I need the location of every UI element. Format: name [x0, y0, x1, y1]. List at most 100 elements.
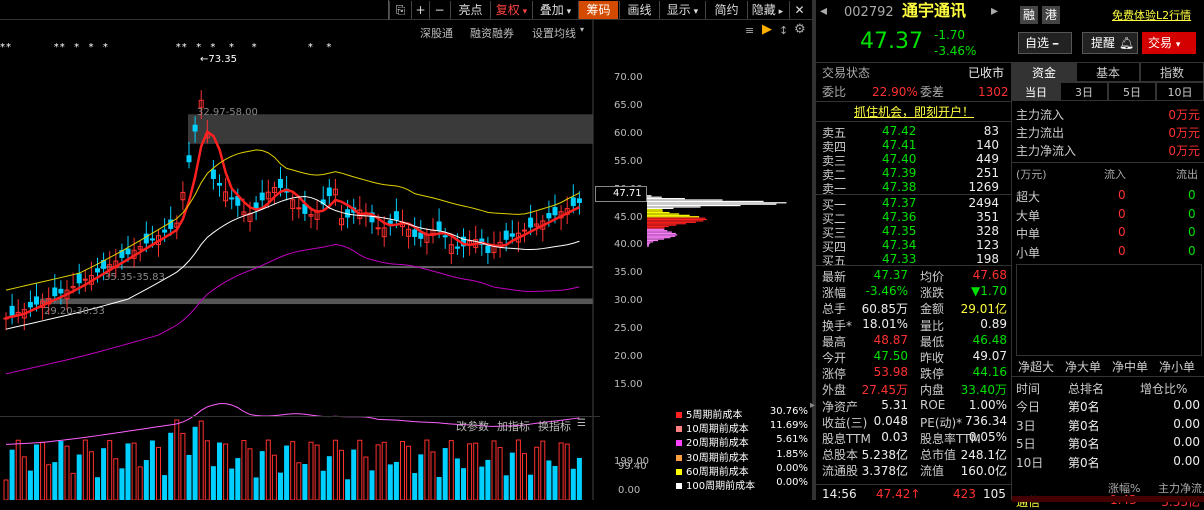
candle-body — [552, 207, 558, 216]
main-flow-value: 0万元 — [1168, 106, 1200, 123]
close-icon[interactable]: ✕ — [789, 1, 809, 19]
flow-head: 流入 — [1104, 168, 1126, 181]
volume-bar — [156, 446, 161, 500]
stat-label: 换手* — [822, 318, 853, 333]
simple-button[interactable]: 简约 — [705, 1, 747, 19]
candle-body — [418, 232, 424, 239]
chevron-down-icon: ▾ — [1175, 40, 1181, 50]
chip-bar — [647, 241, 654, 243]
volume-bar — [46, 464, 52, 500]
net-label: 净中单 — [1112, 360, 1149, 374]
candle-body — [326, 187, 332, 197]
watchlist-label: 自选 — [1025, 36, 1050, 50]
volume-bar — [9, 449, 15, 500]
resistance-zone — [188, 114, 593, 144]
weibi-value: 22.90% — [872, 85, 918, 99]
candle-body — [95, 268, 100, 273]
stat-label: 流通股 — [822, 464, 859, 479]
rank-value: 第0名 — [1068, 400, 1100, 414]
overlay-button[interactable]: 叠加 ▾ — [532, 1, 578, 19]
copy-icon[interactable]: ⎘ — [389, 1, 411, 19]
volume-bar — [570, 468, 576, 500]
flow-in: 0 — [1118, 243, 1126, 258]
flow-out: 0 — [1188, 243, 1196, 258]
display-button[interactable]: 显示 ▾ — [659, 1, 705, 19]
stat-label: 净资产 — [822, 399, 859, 414]
support-zone-lower — [40, 298, 593, 305]
candle-body — [192, 124, 198, 132]
chevron-down-icon: ▾ — [519, 7, 528, 17]
stock-name[interactable]: 通宇通讯 — [902, 3, 966, 19]
chip-bar — [647, 227, 665, 229]
legend-label: 100周期前成本 — [686, 481, 756, 492]
main-flow-value: 0万元 — [1168, 142, 1200, 159]
candle-body — [412, 229, 418, 237]
stat-value: 0.89 — [980, 316, 1007, 331]
chips-button[interactable]: 筹码 — [578, 1, 618, 19]
volume-bar — [534, 446, 540, 500]
zoom-in-button[interactable]: + — [411, 1, 429, 19]
volume-bar — [241, 440, 247, 500]
tab-basic[interactable]: 基本 — [1076, 62, 1140, 82]
volume-bar — [448, 440, 454, 500]
chip-bar — [647, 242, 651, 244]
tab-index[interactable]: 指数 — [1140, 62, 1204, 82]
hide-button[interactable]: 隐藏 ▸ — [747, 1, 787, 19]
price-tick: 25.00 — [614, 323, 643, 335]
period-tab[interactable]: 10日 — [1156, 82, 1204, 101]
candle-body — [296, 207, 302, 210]
trade-button[interactable]: 交易 ▾ — [1142, 32, 1196, 54]
stat-value: 47.37 — [873, 268, 908, 282]
stat-label: 量比 — [920, 318, 945, 333]
legend-item: 10周期前成本 11.69% — [676, 420, 808, 435]
event-markers[interactable]: ** ** * * * ** * * * * * * — [0, 42, 332, 53]
rank-ratio: 0.00 — [1173, 416, 1200, 431]
main-flow-number: 0万元 — [1168, 144, 1200, 158]
legend-value: 30.76% — [769, 406, 808, 417]
l2-promo-link[interactable]: 免费体验L2行情 — [1112, 7, 1191, 23]
candle-body — [454, 246, 460, 249]
last-price: 47.37 — [860, 29, 923, 54]
period-tab[interactable]: 5日 — [1108, 82, 1156, 101]
volume-bar — [381, 441, 387, 500]
volume-bar — [210, 466, 216, 500]
dropdown-icon[interactable]: ☰ — [577, 418, 586, 429]
switch-indicator-link[interactable]: 换指标 — [538, 418, 571, 434]
next-stock-icon[interactable]: ▸ — [991, 4, 998, 18]
candle-body — [34, 296, 39, 305]
watchlist-button[interactable]: 自选 ━ — [1018, 32, 1072, 54]
alert-button[interactable]: 提醒 🔔︎ — [1082, 32, 1138, 54]
volume-bar — [454, 458, 460, 500]
tab-fund[interactable]: 资金 — [1012, 62, 1076, 82]
edit-params-link[interactable]: 改参数 — [456, 418, 489, 434]
highlight-button[interactable]: 亮点 — [450, 1, 490, 19]
chip-bar — [647, 244, 649, 246]
add-indicator-link[interactable]: 加指标 — [497, 418, 530, 434]
stat-value: 46.48 — [972, 332, 1007, 347]
period-tab[interactable]: 当日 — [1012, 82, 1060, 101]
draw-line-button[interactable]: 画线 — [619, 1, 659, 19]
bell-icon: 🔔︎ — [1118, 36, 1135, 50]
volume-bar — [284, 445, 290, 500]
stat-value: ▼1.70 — [971, 284, 1007, 299]
stat-label: 涨幅 — [822, 286, 847, 301]
chip-bar — [647, 209, 663, 211]
display-label: 显示 — [666, 3, 691, 17]
open-account-banner[interactable]: 抓住机会，即刻开户！ — [854, 105, 974, 119]
zoom-out-button[interactable]: − — [429, 1, 449, 19]
price-tick: 30.00 — [614, 295, 643, 307]
adjust-price-button[interactable]: 复权 ▾ — [490, 1, 532, 19]
ask-price: 47.40 — [882, 152, 917, 166]
candle-body — [217, 182, 222, 186]
volume-bar — [497, 447, 503, 500]
price-change-pct: -3.46% — [934, 44, 977, 58]
volume-bar — [473, 442, 479, 500]
prev-stock-icon[interactable]: ◂ — [820, 4, 827, 18]
chip-bar — [647, 200, 764, 202]
period-tab[interactable]: 3日 — [1060, 82, 1108, 101]
candle-body — [9, 305, 15, 316]
volume-bar — [387, 464, 393, 500]
flow-label: 小单 — [1016, 245, 1041, 260]
legend-value: 0.00% — [776, 477, 808, 488]
flow-out: 0 — [1188, 206, 1196, 221]
